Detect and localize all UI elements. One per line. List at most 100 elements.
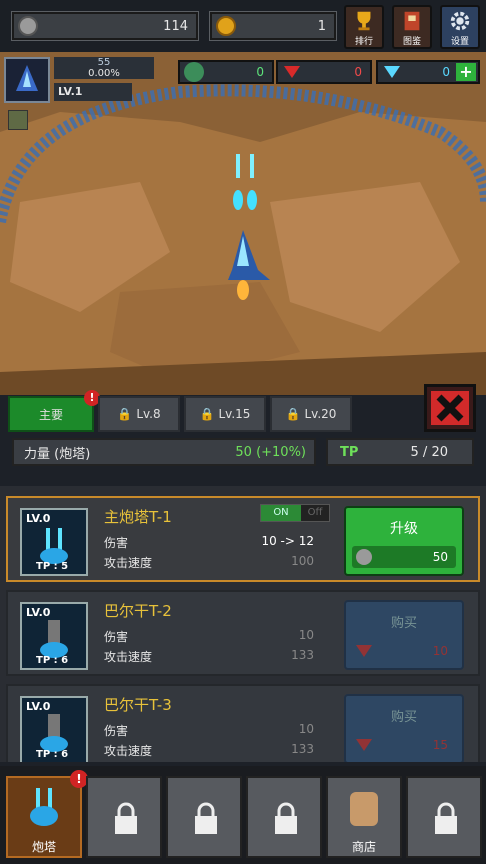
- damage-label: 伤害: [104, 630, 129, 644]
- power-value: 50 (+10%): [235, 444, 306, 460]
- globe-icon: [184, 62, 204, 82]
- upgrade-label: 升级: [390, 521, 418, 537]
- tab-lv20-label: Lv.20: [304, 407, 337, 421]
- buy-button[interactable]: 购买 15: [344, 694, 464, 762]
- silver-value: 114: [163, 18, 188, 34]
- book-icon: [404, 11, 420, 31]
- damage-value: 10 -> 12: [244, 534, 314, 548]
- turret-thumbnail: LV.0 TP : 6: [20, 696, 88, 762]
- damage-value: 10: [298, 722, 314, 736]
- xp-percent: 0.00%: [88, 68, 120, 79]
- toggle-on-label: ON: [261, 505, 301, 521]
- settings-button[interactable]: 设置: [440, 5, 480, 49]
- speed-label: 攻击速度: [104, 556, 153, 570]
- close-button[interactable]: [424, 384, 476, 432]
- tab-locked-lv20[interactable]: 🔒 Lv.20: [270, 396, 352, 432]
- lock-icon: 🔒: [199, 407, 215, 421]
- damage-upgrade-text: 10 -> 12: [261, 534, 314, 548]
- tp-label: TP: [340, 444, 359, 460]
- buy-cost: 10: [352, 640, 456, 662]
- turret-name: 巴尔干T-3: [104, 696, 172, 714]
- ruby-value: 0: [354, 65, 362, 79]
- turret-list: LV.0 TP : 5 主炮塔T-1 伤害 攻击速度 10 -> 12 100 …: [0, 486, 486, 762]
- nav-turret-label: 炮塔: [31, 840, 56, 854]
- tab-locked-lv8[interactable]: 🔒 Lv.8: [98, 396, 180, 432]
- speed-label: 攻击速度: [104, 744, 153, 758]
- turret-level: LV.0: [26, 512, 51, 525]
- turret-card-1[interactable]: LV.0 TP : 5 主炮塔T-1 伤害 攻击速度 10 -> 12 100 …: [6, 496, 480, 582]
- nav-turret[interactable]: 炮塔: [6, 776, 82, 858]
- lock-icon: [115, 802, 137, 834]
- turret-name: 巴尔干T-2: [104, 602, 172, 620]
- codex-button[interactable]: 图鉴: [392, 5, 432, 49]
- tp-value: 5 / 20: [410, 444, 448, 460]
- close-icon: [431, 391, 469, 425]
- bottom-nav: 炮塔 ! 商店: [0, 766, 486, 864]
- lock-icon: [435, 802, 457, 834]
- add-diamond-button[interactable]: +: [456, 63, 476, 81]
- rank-button[interactable]: 排行: [344, 5, 384, 49]
- codex-label: 图鉴: [402, 37, 421, 47]
- buy-label: 购买: [390, 710, 417, 725]
- tp-bar: TP 5 / 20: [326, 438, 474, 466]
- power-bar: 力量 (炮塔) 50 (+10%): [12, 438, 316, 466]
- xp-box: 55 0.00%: [54, 57, 154, 79]
- tab-main[interactable]: 主要: [8, 396, 94, 432]
- globe-value: 0: [256, 65, 264, 79]
- ruby-icon: [356, 645, 372, 657]
- nav-locked-slot-1[interactable]: [86, 776, 162, 858]
- damage-label: 伤害: [104, 536, 129, 550]
- tab-lv8-label: Lv.8: [136, 407, 161, 421]
- tab-locked-lv15[interactable]: 🔒 Lv.15: [184, 396, 266, 432]
- diamond-icon: [384, 66, 400, 78]
- silver-coin-icon: [18, 16, 38, 36]
- ruby-counter: 0: [276, 60, 372, 84]
- lock-icon: [195, 802, 217, 834]
- nav-locked-slot-4[interactable]: [406, 776, 482, 858]
- pilot-ship-avatar: [4, 57, 50, 103]
- settings-label: 设置: [450, 37, 469, 47]
- gear-icon: [450, 11, 470, 31]
- silver-counter: 114: [11, 11, 199, 41]
- tab-bar: 主要 ! 🔒 Lv.8 🔒 Lv.15 🔒 Lv.20: [0, 384, 486, 436]
- upgrade-cost-value: 50: [432, 550, 448, 564]
- turret-card-3[interactable]: LV.0 TP : 6 巴尔干T-3 伤害 攻击速度 10 133 购买 15: [6, 684, 480, 762]
- buff-icon[interactable]: [8, 110, 28, 130]
- turret-tp: TP : 5: [36, 561, 69, 572]
- turret-thumbnail: LV.0 TP : 5: [20, 508, 88, 576]
- buy-cost-value: 15: [432, 738, 448, 752]
- diamond-counter: 0 +: [376, 60, 480, 84]
- gold-value: 1: [317, 18, 326, 34]
- speed-value: 133: [291, 742, 314, 756]
- upgrade-button[interactable]: 升级 50: [344, 506, 464, 576]
- lock-icon: 🔒: [285, 407, 301, 421]
- tab-main-label: 主要: [38, 407, 63, 422]
- buy-button[interactable]: 购买 10: [344, 600, 464, 670]
- nav-shop-label: 商店: [351, 840, 376, 854]
- globe-counter: 0: [178, 60, 274, 84]
- top-bar: 114 1 排行 图鉴 设置: [0, 0, 486, 52]
- nav-shop[interactable]: 商店: [326, 776, 402, 858]
- damage-label: 伤害: [104, 724, 129, 738]
- trophy-icon: [357, 11, 371, 31]
- ruby-icon: [356, 739, 372, 751]
- power-label: 力量 (炮塔): [24, 446, 91, 462]
- gold-coin-icon: [216, 16, 236, 36]
- upgrade-cost: 50: [352, 546, 456, 568]
- turret-level: LV.0: [26, 606, 51, 619]
- pilot-panel[interactable]: 55 0.00% LV.1: [4, 57, 154, 103]
- speed-label: 攻击速度: [104, 650, 153, 664]
- buy-cost-value: 10: [432, 644, 448, 658]
- turret-tp: TP : 6: [36, 655, 69, 666]
- fire-toggle[interactable]: ON Off: [260, 504, 330, 522]
- turret-card-2[interactable]: LV.0 TP : 6 巴尔干T-2 伤害 攻击速度 10 133 购买 10: [6, 590, 480, 676]
- silver-coin-icon: [356, 549, 372, 565]
- speed-value: 100: [291, 554, 314, 568]
- buy-cost: 15: [352, 734, 456, 756]
- buy-label: 购买: [390, 616, 417, 631]
- nav-locked-slot-2[interactable]: [166, 776, 242, 858]
- turret-thumbnail: LV.0 TP : 6: [20, 602, 88, 670]
- turret-icon: [30, 788, 58, 826]
- ruby-icon: [284, 66, 300, 78]
- nav-locked-slot-3[interactable]: [246, 776, 322, 858]
